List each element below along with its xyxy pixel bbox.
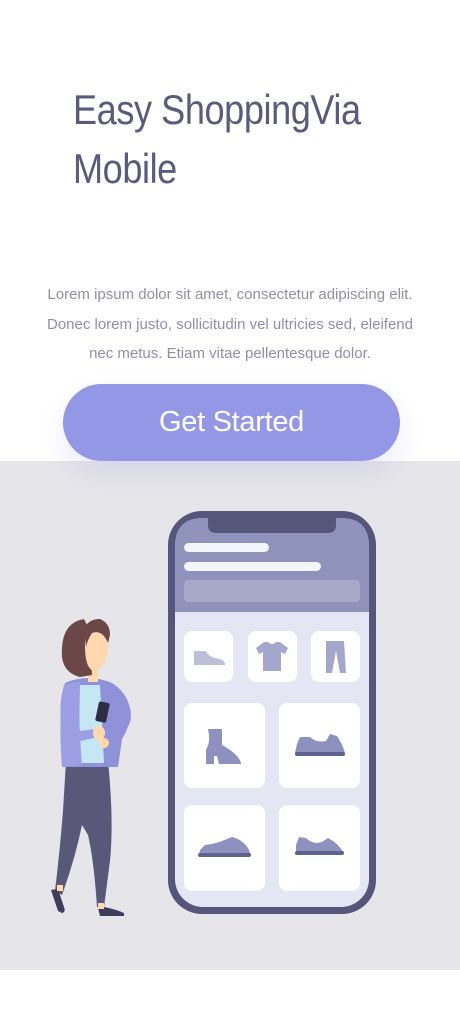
phone-illustration	[168, 511, 376, 914]
product-tile-sneaker	[279, 703, 360, 788]
intro-description: Lorem ipsum dolor sit amet, consectetur …	[46, 286, 413, 362]
shopper-figure	[51, 619, 131, 916]
onboarding-screen: Easy ShoppingVia Mobile Lorem ipsum dolo…	[0, 0, 460, 1016]
page-title: Easy ShoppingVia Mobile	[73, 86, 361, 192]
get-started-button[interactable]: Get Started	[63, 384, 400, 461]
product-tile-sneaker-slip	[279, 805, 360, 891]
product-tile-sneaker-low	[184, 805, 265, 891]
category-tile-tshirts	[248, 631, 297, 682]
category-tile-pants	[311, 631, 360, 682]
category-tile-shoes	[184, 631, 233, 682]
product-tile-boot	[184, 703, 265, 788]
shopping-illustration	[0, 461, 460, 970]
